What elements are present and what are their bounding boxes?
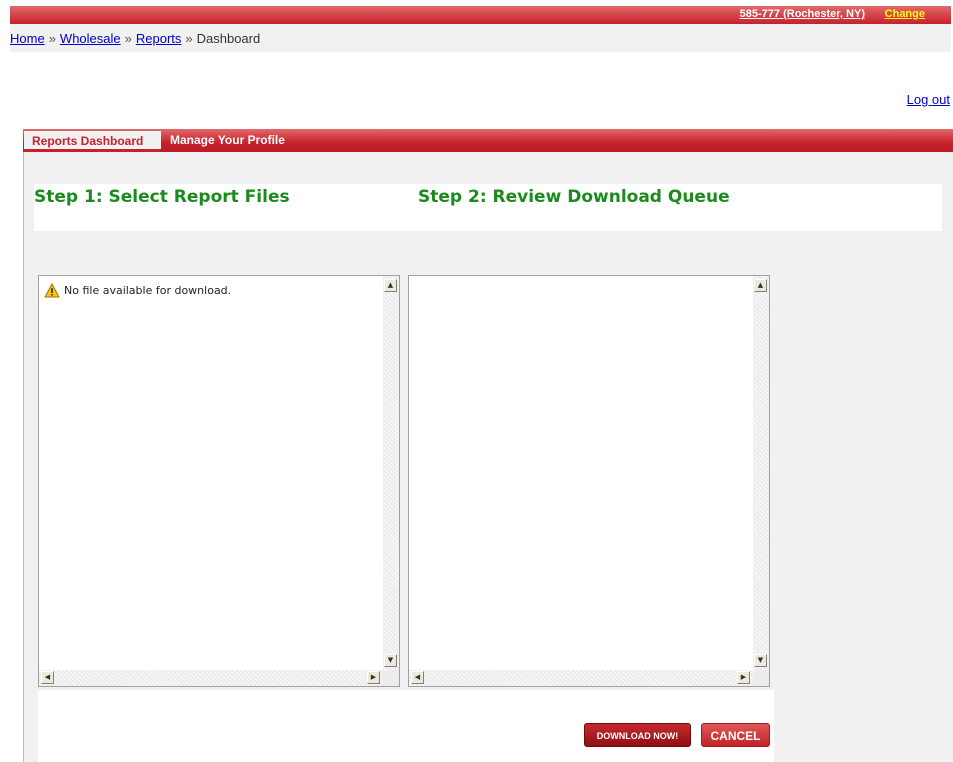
breadcrumb-current: Dashboard [196, 31, 261, 46]
breadcrumb-home-link[interactable]: Home [10, 31, 45, 46]
scroll-right-icon[interactable]: ▶ [737, 671, 750, 684]
horizontal-scrollbar[interactable] [39, 670, 383, 686]
scroll-up-icon[interactable]: ▲ [384, 279, 397, 292]
step2-heading: Step 2: Review Download Queue [418, 187, 730, 207]
area-code-link[interactable]: 585-777 (Rochester, NY) [740, 8, 865, 20]
vertical-scrollbar[interactable] [383, 276, 399, 670]
report-files-list[interactable]: No file available for download. ▲ ▼ ◀ ▶ [38, 275, 400, 687]
logout-link[interactable]: Log out [907, 92, 950, 107]
scroll-left-icon[interactable]: ◀ [411, 671, 424, 684]
scroll-left-icon[interactable]: ◀ [41, 671, 54, 684]
tab-reports-dashboard[interactable]: Reports Dashboard [24, 131, 161, 152]
vertical-scrollbar[interactable] [753, 276, 769, 670]
tab-manage-profile[interactable]: Manage Your Profile [170, 133, 285, 147]
warning-icon [44, 282, 60, 298]
empty-message-row: No file available for download. [44, 282, 232, 298]
breadcrumb-separator: » [185, 31, 193, 46]
top-bar: 585-777 (Rochester, NY) Change [10, 6, 951, 24]
breadcrumb-separator: » [124, 31, 132, 46]
reports-panel: Step 1: Select Report Files Step 2: Revi… [23, 152, 953, 762]
change-area-link[interactable]: Change [885, 8, 925, 20]
scroll-down-icon[interactable]: ▼ [384, 654, 397, 667]
scroll-up-icon[interactable]: ▲ [754, 279, 767, 292]
horizontal-scrollbar[interactable] [409, 670, 753, 686]
download-now-button[interactable]: DOWNLOAD NOW! [584, 723, 691, 747]
breadcrumb-separator: » [48, 31, 56, 46]
breadcrumb: Home» Wholesale» Reports» Dashboard [10, 24, 951, 52]
scroll-down-icon[interactable]: ▼ [754, 654, 767, 667]
breadcrumb-reports-link[interactable]: Reports [136, 31, 182, 46]
scroll-corner [753, 670, 769, 686]
scroll-right-icon[interactable]: ▶ [367, 671, 380, 684]
empty-message-text: No file available for download. [64, 284, 232, 297]
step1-heading: Step 1: Select Report Files [34, 187, 290, 207]
tab-bar: Reports Dashboard Manage Your Profile [23, 129, 953, 152]
button-strip: DOWNLOAD NOW! CANCEL [38, 690, 774, 762]
breadcrumb-wholesale-link[interactable]: Wholesale [60, 31, 121, 46]
scroll-corner [383, 670, 399, 686]
cancel-button[interactable]: CANCEL [701, 723, 770, 747]
download-queue-list[interactable]: ▲ ▼ ◀ ▶ [408, 275, 770, 687]
steps-header: Step 1: Select Report Files Step 2: Revi… [34, 184, 942, 231]
